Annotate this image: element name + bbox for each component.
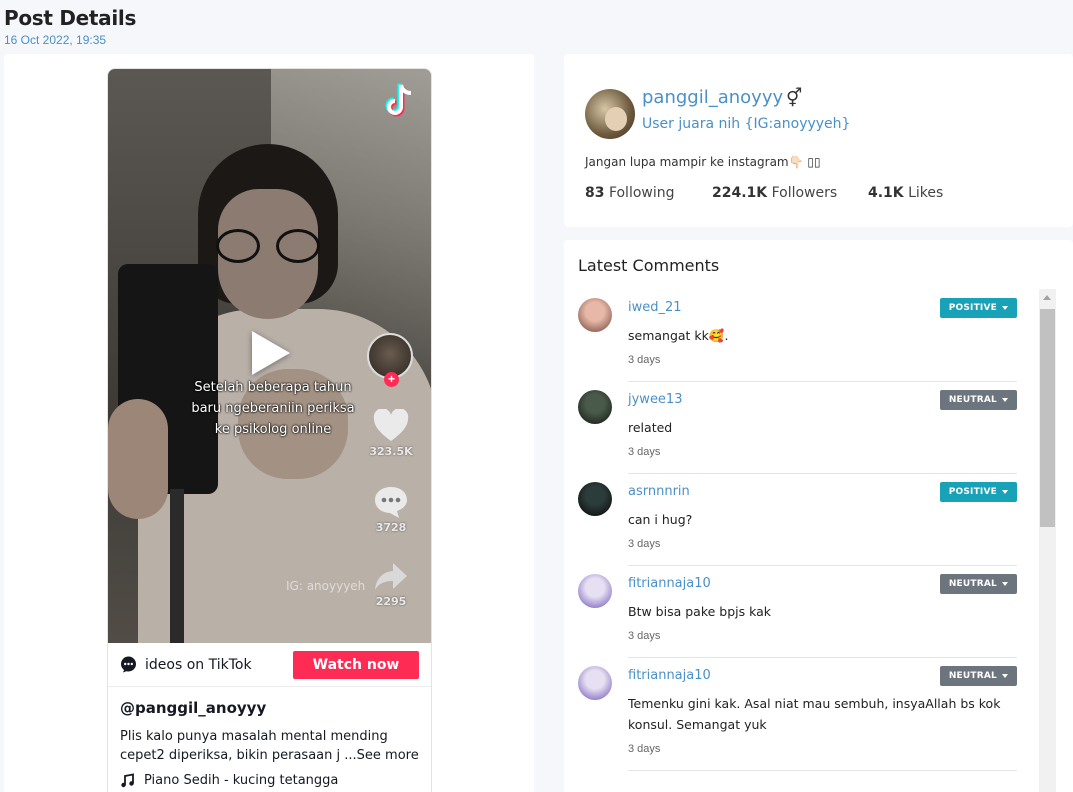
gender-icon: ⚥ <box>786 88 803 108</box>
video-frame-hand-left <box>108 399 168 519</box>
profile-stats: 83 Following 224.1K Followers 4.1K Likes <box>585 185 943 201</box>
sentiment-label: NEUTRAL <box>948 395 997 405</box>
comment-avatar[interactable] <box>578 390 612 424</box>
video-card: Setelah beberapa tahun baru ngeberaniin … <box>4 54 534 792</box>
caret-down-icon <box>1002 397 1008 402</box>
comment-list: iwed_21 POSITIVE semangat kk🥰. 3 days jywee1… <box>578 290 1017 771</box>
sentiment-label: NEUTRAL <box>948 579 997 589</box>
scroll-up-arrow-icon[interactable] <box>1043 295 1051 300</box>
sentiment-badge[interactable]: NEUTRAL <box>939 666 1017 686</box>
video-frame-stand <box>170 489 184 643</box>
embed-music[interactable]: Piano Sedih - kucing tetangga <box>120 773 419 788</box>
music-note-icon <box>121 773 134 788</box>
scroll-thumb[interactable] <box>1040 309 1055 527</box>
watch-now-button[interactable]: Watch now <box>293 650 419 679</box>
sentiment-badge[interactable]: POSITIVE <box>939 298 1017 318</box>
comment-time: 3 days <box>628 354 661 366</box>
comment-avatar[interactable] <box>578 574 612 608</box>
play-icon[interactable] <box>252 331 290 375</box>
comment-text: Btw bisa pake bpjs kak <box>628 604 772 619</box>
comment-avatar[interactable] <box>578 666 612 700</box>
caret-down-icon <box>1002 581 1008 586</box>
video-player[interactable]: Setelah beberapa tahun baru ngeberaniin … <box>108 69 431 643</box>
see-more-link[interactable]: See more <box>357 748 419 763</box>
tiktok-logo-icon <box>385 83 412 117</box>
sentiment-badge[interactable]: NEUTRAL <box>939 390 1017 410</box>
chat-bubble-icon <box>121 656 136 673</box>
page-header: Post Details 16 Oct 2022, 19:35 <box>4 6 136 47</box>
comment-text: related <box>628 420 673 435</box>
profile-card: panggil_anoyyy ⚥ User juara nih {IG:anoy… <box>564 54 1073 227</box>
more-videos-link[interactable]: ideos on TikTok <box>120 656 252 673</box>
profile-avatar <box>585 89 635 139</box>
sentiment-badge[interactable]: NEUTRAL <box>939 574 1017 594</box>
comment-item: asrnnnrin POSITIVE can i hug? 3 days <box>578 474 1017 566</box>
profile-bio: User juara nih {IG:anoyyyeh} <box>642 116 851 132</box>
more-videos-label: ideos on TikTok <box>145 656 252 673</box>
followers-stat: 224.1K Followers <box>712 185 838 201</box>
caret-down-icon <box>1002 305 1008 310</box>
comment-item: fitriannaja10 NEUTRAL Temenku gini kak. As… <box>578 658 1017 771</box>
comment-count: 3728 <box>375 521 407 534</box>
comment-time: 3 days <box>628 630 661 642</box>
share-button[interactable]: 2295 <box>366 561 416 608</box>
comment-item: fitriannaja10 NEUTRAL Btw bisa pake bpjs k… <box>578 566 1017 658</box>
heart-icon <box>373 409 409 441</box>
comment-icon <box>375 487 407 518</box>
profile-description: Jangan lupa mampir ke instagram👇🏻 ▯▯ <box>585 155 821 169</box>
likes-stat: 4.1K Likes <box>868 185 944 201</box>
post-date: 16 Oct 2022, 19:35 <box>4 33 107 47</box>
embed-bar: ideos on TikTok Watch now <box>108 643 431 687</box>
comments-scrollbar[interactable] <box>1039 289 1056 792</box>
comment-item: jywee13 NEUTRAL related 3 days <box>578 382 1017 474</box>
comment-time: 3 days <box>628 446 661 458</box>
follow-plus-icon[interactable]: + <box>384 372 399 387</box>
sentiment-badge[interactable]: POSITIVE <box>939 482 1017 502</box>
comment-avatar[interactable] <box>578 482 612 516</box>
caret-down-icon <box>1002 489 1008 494</box>
music-title: Piano Sedih - kucing tetangga <box>144 773 339 788</box>
page-title: Post Details <box>4 6 137 30</box>
comment-button[interactable]: 3728 <box>366 485 416 534</box>
video-frame-glasses <box>216 229 320 265</box>
sentiment-label: POSITIVE <box>948 487 997 497</box>
embed-username[interactable]: @panggil_anoyyy <box>120 699 419 717</box>
comments-card: Latest Comments iwed_21 POSITIVE semangat … <box>564 240 1073 792</box>
sentiment-label: POSITIVE <box>948 303 997 313</box>
video-watermark: IG: anoyyyeh <box>286 579 366 593</box>
comment-time: 3 days <box>628 743 661 755</box>
following-stat: 83 Following <box>585 185 675 201</box>
comment-text: semangat kk🥰. <box>628 328 729 343</box>
comment-time: 3 days <box>628 538 661 550</box>
comment-text: Temenku gini kak. Asal niat mau sembuh, … <box>628 696 1001 732</box>
embed-body: @panggil_anoyyy Plis kalo punya masalah … <box>108 687 431 788</box>
comment-avatar[interactable] <box>578 298 612 332</box>
sentiment-label: NEUTRAL <box>948 671 997 681</box>
caret-down-icon <box>1002 673 1008 678</box>
profile-username[interactable]: panggil_anoyyy <box>642 87 783 108</box>
comment-item: iwed_21 POSITIVE semangat kk🥰. 3 days <box>578 290 1017 382</box>
share-count: 2295 <box>375 595 407 608</box>
like-button[interactable]: 323.5K <box>366 409 416 458</box>
tiktok-embed: Setelah beberapa tahun baru ngeberaniin … <box>107 68 432 792</box>
comment-text: can i hug? <box>628 512 693 527</box>
comments-title: Latest Comments <box>578 256 720 275</box>
share-icon <box>375 563 407 590</box>
like-count: 323.5K <box>369 445 413 458</box>
embed-caption: Plis kalo punya masalah mental mending c… <box>120 729 419 763</box>
video-overlay-text: Setelah beberapa tahun baru ngeberaniin … <box>191 380 355 437</box>
